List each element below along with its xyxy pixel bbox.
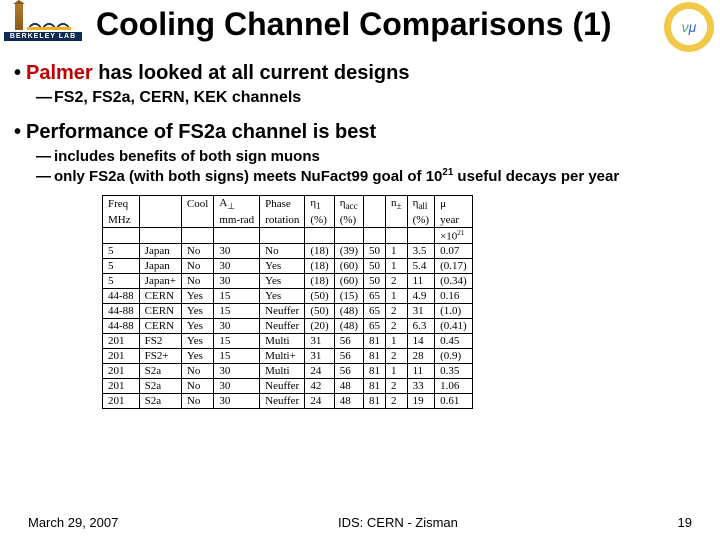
- table-row: 201S2aNo30Neuffer2448812190.61: [103, 394, 473, 409]
- comparison-table: FreqCoolA⊥Phaseη1ηaccn±ηallμ MHzmm-radro…: [102, 195, 473, 410]
- bullet-2-sub1: —includes benefits of both sign muons: [36, 148, 706, 167]
- footer-center: IDS: CERN - Zisman: [338, 515, 458, 530]
- table-header-row-1: FreqCoolA⊥Phaseη1ηaccn±ηallμ: [103, 195, 473, 213]
- table-row: 5JapanNo30Yes(18)(60)5015.4(0.17): [103, 259, 473, 274]
- collab-logo: νμ: [664, 2, 714, 52]
- slide-title: Cooling Channel Comparisons (1): [96, 6, 612, 43]
- table-row: 5JapanNo30No(18)(39)5013.50.07: [103, 244, 473, 259]
- table-row: 201FS2+Yes15Multi+315681228(0.9): [103, 349, 473, 364]
- table-header-row-2: MHzmm-radrotation(%)(%)(%)year: [103, 213, 473, 228]
- bullet-1: •Palmer has looked at all current design…: [14, 62, 706, 85]
- table-row: 201FS2Yes15Multi3156811140.45: [103, 334, 473, 349]
- table-header-row-3: ×1021: [103, 227, 473, 244]
- footer-date: March 29, 2007: [28, 515, 118, 530]
- slide-footer: March 29, 2007 IDS: CERN - Zisman 19: [0, 515, 720, 530]
- table-row: 5Japan+No30Yes(18)(60)50211(0.34): [103, 274, 473, 289]
- bullet-2-sub2: —only FS2a (with both signs) meets NuFac…: [36, 167, 706, 187]
- table-body: 5JapanNo30No(18)(39)5013.50.075JapanNo30…: [103, 244, 473, 409]
- table-row: 44-88CERNYes15Neuffer(50)(48)65231(1.0): [103, 304, 473, 319]
- lab-logo: BERKELEY LAB: [4, 4, 82, 41]
- table-row: 201S2aNo30Multi2456811110.35: [103, 364, 473, 379]
- footer-page: 19: [678, 515, 692, 530]
- slide-body: •Palmer has looked at all current design…: [14, 62, 706, 409]
- lab-logo-label: BERKELEY LAB: [4, 32, 82, 41]
- bullet-1-rest: has looked at all current designs: [93, 62, 410, 84]
- table-row: 44-88CERNYes30Neuffer(20)(48)6526.3(0.41…: [103, 319, 473, 334]
- bullet-1-sub: —FS2, FS2a, CERN, KEK channels: [36, 89, 706, 107]
- table-row: 44-88CERNYes15Yes(50)(15)6514.90.16: [103, 289, 473, 304]
- bullet-2: •Performance of FS2a channel is best: [14, 121, 706, 144]
- table-row: 201S2aNo30Neuffer4248812331.06: [103, 379, 473, 394]
- bullet-1-emph: Palmer: [26, 62, 93, 84]
